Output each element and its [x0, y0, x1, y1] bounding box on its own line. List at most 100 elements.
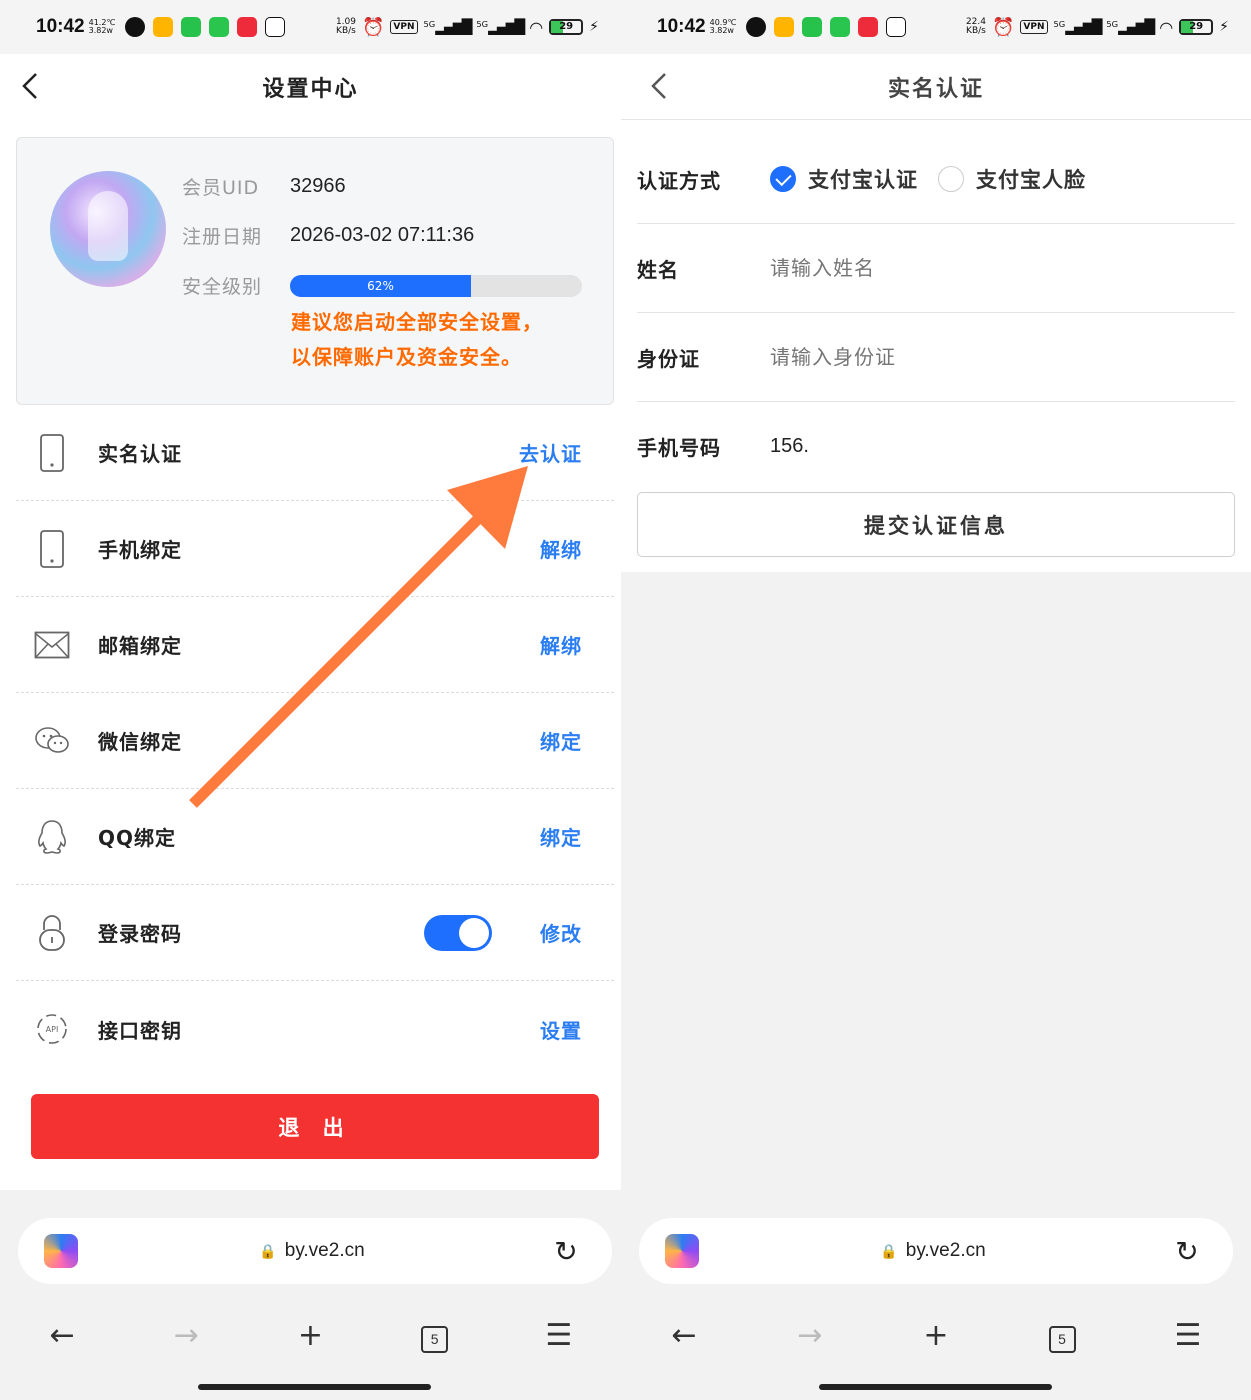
browser-nav-bar: ← → + 5 ☰: [0, 1300, 621, 1370]
back-arrow-icon[interactable]: [18, 68, 48, 104]
id-card-input[interactable]: [770, 345, 1235, 369]
name-label: 姓名: [637, 257, 679, 282]
menu-item-api-key[interactable]: API 接口密钥 设置: [16, 981, 614, 1077]
settings-header: 设置中心: [0, 54, 621, 120]
uid-label: 会员UID: [182, 177, 260, 199]
settings-menu: 实名认证 去认证 手机绑定 解绑 邮箱绑定 解绑 微信绑定 绑定 QQ绑定 绑定…: [16, 405, 614, 1077]
settings-screen: 10:42 41.2℃ 3.82w 1.09 KB/s ⏰ VPN 5G▂▄▆█ 5…: [0, 0, 621, 1400]
menu-label: 接口密钥: [98, 1018, 182, 1043]
back-arrow-icon[interactable]: [647, 68, 677, 104]
uid-value: 32966: [290, 175, 346, 197]
submit-verification-button[interactable]: 提交认证信息: [637, 492, 1235, 557]
reload-icon[interactable]: ↻: [1167, 1235, 1207, 1268]
verify-header: 实名认证: [621, 54, 1251, 120]
status-temp: 41.2℃ 3.82w: [88, 18, 116, 35]
security-label: 安全级别: [182, 276, 263, 298]
home-indicator[interactable]: [819, 1384, 1052, 1390]
status-right: 1.09 KB/s ⏰ VPN 5G▂▄▆█ 5G▂▄▆█ ◠ 29 ⚡: [336, 17, 599, 38]
profile-card: 会员UID 32966 注册日期 2026-03-02 07:11:36 安全级…: [16, 137, 614, 405]
phone-row: 手机号码 156.: [637, 402, 1235, 491]
app-notification-icon: [746, 17, 767, 37]
svg-text:API: API: [46, 1025, 59, 1034]
menu-item-email[interactable]: 邮箱绑定 解绑: [16, 597, 614, 693]
url-text[interactable]: 🔒 by.ve2.cn: [699, 1240, 1167, 1262]
app-notification-icon: [802, 17, 823, 37]
checked-radio-icon: [770, 166, 796, 192]
logout-button[interactable]: 退 出: [31, 1094, 599, 1159]
battery-icon: 29: [1179, 19, 1214, 35]
alipay-face-radio[interactable]: 支付宝人脸: [938, 164, 1086, 194]
menu-item-qq[interactable]: QQ绑定 绑定: [16, 789, 614, 885]
method-label: 认证方式: [637, 168, 721, 193]
reload-icon[interactable]: ↻: [546, 1235, 586, 1268]
signal-icon: 5G▂▄▆█: [1106, 18, 1155, 36]
settings-body: 会员UID 32966 注册日期 2026-03-02 07:11:36 安全级…: [0, 120, 621, 1190]
browser-nav-bar: ← → + 5 ☰: [621, 1300, 1251, 1370]
change-password-link[interactable]: 修改: [540, 918, 582, 947]
unbind-email-link[interactable]: 解绑: [540, 630, 582, 659]
signal-icon: 5G▂▄▆█: [476, 18, 525, 36]
new-tab-icon[interactable]: +: [280, 1318, 340, 1353]
menu-label: 登录密码: [98, 922, 182, 946]
phone-icon: [32, 529, 72, 569]
password-toggle[interactable]: [424, 914, 492, 951]
app-notification-icon: [858, 17, 879, 37]
app-notification-icon: [886, 17, 907, 37]
name-input[interactable]: [770, 256, 1235, 280]
wechat-icon: [32, 721, 72, 761]
app-notification-icon: [153, 17, 174, 37]
bind-wechat-link[interactable]: 绑定: [540, 726, 582, 755]
app-notification-icon: [181, 17, 202, 37]
signal-icon: 5G▂▄▆█: [1053, 18, 1103, 36]
browser-logo-icon[interactable]: [44, 1234, 78, 1268]
bind-qq-link[interactable]: 绑定: [540, 822, 582, 851]
api-key-settings-link[interactable]: 设置: [540, 1015, 582, 1044]
menu-item-real-name[interactable]: 实名认证 去认证: [16, 405, 614, 501]
status-time: 10:42: [36, 16, 85, 37]
name-row: 姓名: [637, 224, 1235, 313]
menu-label: 邮箱绑定: [98, 634, 182, 658]
browser-url-bar[interactable]: 🔒 by.ve2.cn ↻: [639, 1218, 1233, 1284]
battery-icon: 29: [549, 19, 584, 35]
browser-url-bar[interactable]: 🔒 by.ve2.cn ↻: [18, 1218, 612, 1284]
back-icon[interactable]: ←: [654, 1318, 714, 1353]
app-notification-icon: [774, 17, 795, 37]
verify-form: 认证方式 支付宝认证 支付宝人脸 姓名 身份证 手机号码 156.: [637, 135, 1235, 491]
security-progress-fill: 62%: [290, 274, 472, 297]
menu-label: 实名认证: [98, 442, 182, 466]
vpn-badge: VPN: [390, 20, 418, 34]
id-label: 身份证: [637, 346, 700, 371]
net-speed: 1.09 KB/s: [335, 17, 356, 36]
menu-item-password[interactable]: 登录密码 修改: [16, 885, 614, 981]
wifi-icon: ◠: [1159, 17, 1174, 37]
browser-logo-icon[interactable]: [665, 1234, 699, 1268]
tabs-icon[interactable]: 5: [1032, 1317, 1092, 1353]
menu-icon[interactable]: ☰: [1158, 1318, 1218, 1353]
new-tab-icon[interactable]: +: [906, 1318, 966, 1353]
app-notification-icon: [237, 17, 258, 37]
home-indicator[interactable]: [198, 1384, 431, 1390]
menu-item-phone[interactable]: 手机绑定 解绑: [16, 501, 614, 597]
charging-icon: ⚡: [589, 19, 599, 35]
url-text[interactable]: 🔒 by.ve2.cn: [78, 1240, 546, 1262]
forward-icon[interactable]: →: [780, 1318, 840, 1353]
alarm-icon: ⏰: [991, 16, 1015, 38]
verify-link[interactable]: 去认证: [519, 438, 582, 467]
lock-icon: [32, 913, 72, 953]
avatar[interactable]: [50, 171, 166, 287]
back-icon[interactable]: ←: [32, 1318, 92, 1353]
unbind-phone-link[interactable]: 解绑: [540, 534, 582, 563]
menu-item-wechat[interactable]: 微信绑定 绑定: [16, 693, 614, 789]
alipay-radio[interactable]: 支付宝认证: [770, 164, 918, 194]
menu-label: QQ绑定: [98, 826, 177, 850]
lock-icon: 🔒: [259, 1243, 277, 1259]
menu-icon[interactable]: ☰: [529, 1318, 589, 1353]
unchecked-radio-icon: [938, 166, 964, 192]
forward-icon[interactable]: →: [156, 1318, 216, 1353]
phone-icon: [32, 433, 72, 473]
tabs-icon[interactable]: 5: [405, 1317, 465, 1353]
qq-icon: [32, 817, 72, 857]
charging-icon: ⚡: [1219, 19, 1229, 35]
vpn-badge: VPN: [1020, 20, 1048, 34]
net-speed: 22.4 KB/s: [965, 17, 986, 36]
